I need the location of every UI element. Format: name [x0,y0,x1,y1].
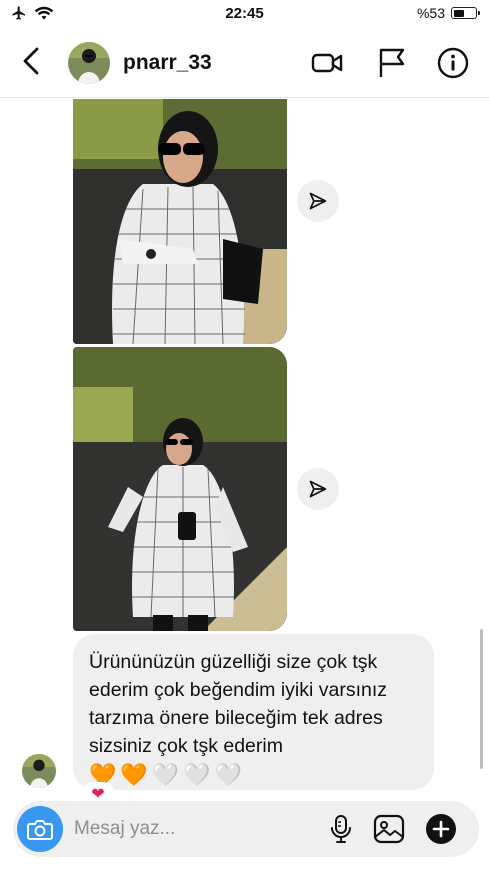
message-composer: Mesaj yaz... [13,801,479,857]
camera-button[interactable] [17,806,63,852]
info-icon[interactable] [436,46,470,80]
white-heart-icon: 🤍 [183,761,211,787]
battery-icon [451,7,480,19]
message-list[interactable]: Ürününüzün güzelliği size çok tşk ederim… [0,99,489,799]
status-right: %53 [416,5,480,21]
avatar[interactable] [68,42,110,84]
photo-message[interactable] [73,99,287,344]
gallery-button[interactable] [372,812,406,846]
share-button[interactable] [297,180,339,222]
add-icon [426,814,456,844]
reaction-badge[interactable]: ❤ [81,782,115,799]
gallery-icon [373,814,405,844]
photo-message[interactable] [73,347,287,631]
scrollbar[interactable] [480,629,483,769]
battery-percent: %53 [416,5,445,21]
share-button[interactable] [297,468,339,510]
back-arrow-icon[interactable] [18,46,46,76]
chat-header: pnarr_33 [0,28,489,98]
add-button[interactable] [424,812,458,846]
status-time: 22:45 [225,5,264,22]
share-icon [309,480,327,498]
message-text: Ürününüzün güzelliği size çok tşk ederim… [89,651,388,757]
microphone-button[interactable] [324,812,358,846]
text-message[interactable]: Ürününüzün güzelliği size çok tşk ederim… [73,634,434,790]
orange-heart-icon: 🧡 [120,761,148,787]
chat-username[interactable]: pnarr_33 [123,51,212,75]
flag-icon[interactable] [375,46,409,80]
avatar[interactable] [22,754,56,788]
status-bar: 22:45 %53 [0,0,489,28]
red-heart-icon: ❤ [91,786,105,799]
white-heart-icon: 🤍 [151,761,180,787]
video-call-icon[interactable] [310,46,344,80]
share-icon [309,192,327,210]
camera-icon [27,820,53,840]
message-input[interactable]: Mesaj yaz... [74,818,175,840]
emoji-row: 🧡 🧡 🤍 🤍 🤍 [89,761,242,789]
white-heart-icon: 🤍 [214,761,243,787]
microphone-icon [331,815,351,843]
